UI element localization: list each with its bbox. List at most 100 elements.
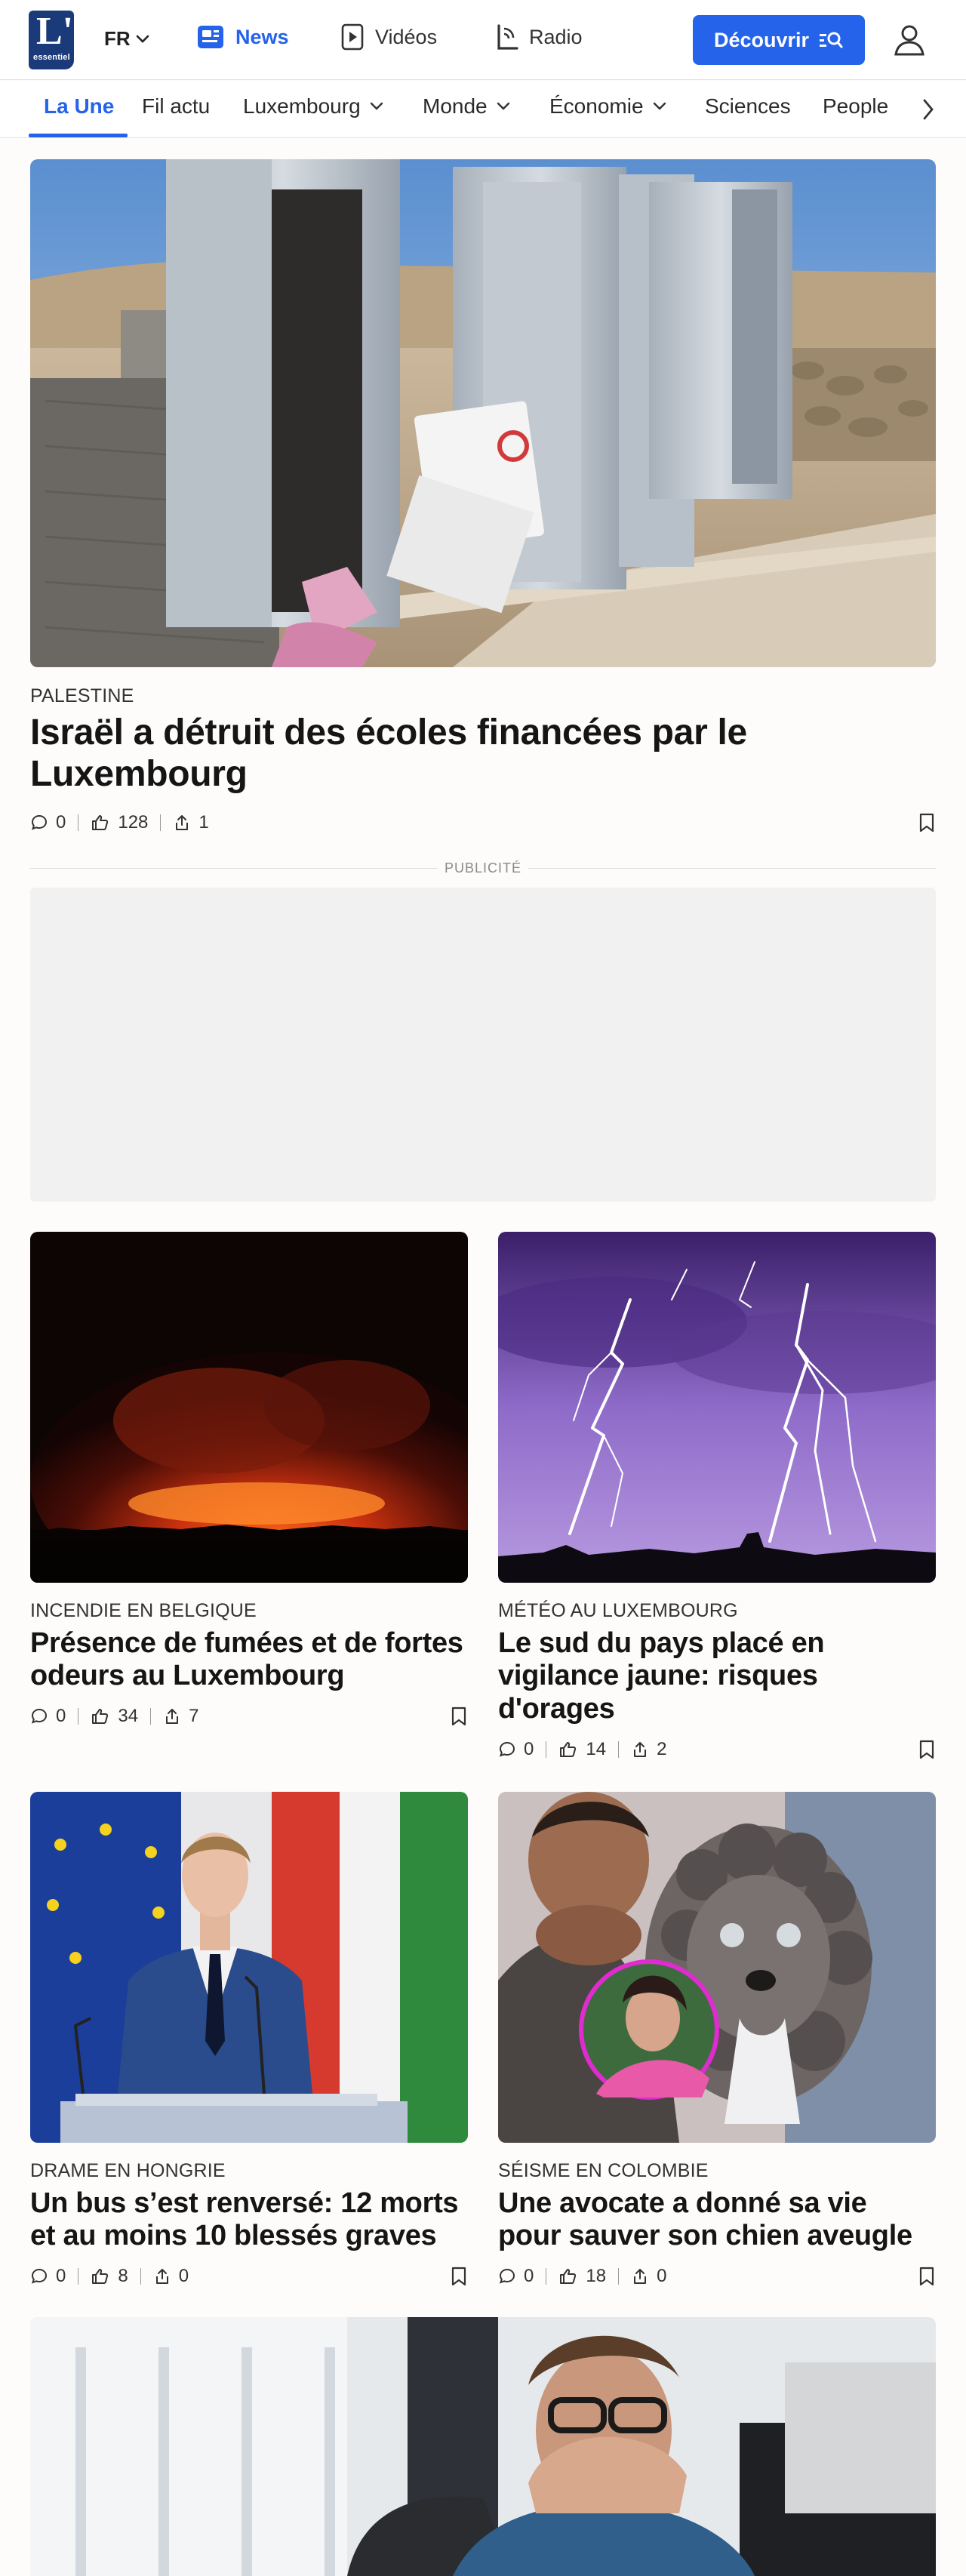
tab-monde-label: Monde xyxy=(423,94,488,118)
tab-sciences[interactable]: Sciences xyxy=(705,94,791,118)
tab-luxembourg[interactable]: Luxembourg xyxy=(243,94,385,118)
bookmark-icon xyxy=(451,2267,466,2286)
article-image-office-worker[interactable] xyxy=(30,2317,936,2576)
bookmark-icon xyxy=(919,813,934,833)
shares-count[interactable]: 2 xyxy=(631,1739,666,1760)
tab-fil-actu-label: Fil actu xyxy=(142,94,211,118)
tab-economie-label: Économie xyxy=(549,94,644,118)
shares-value: 0 xyxy=(178,2266,189,2286)
likes-count[interactable]: 18 xyxy=(558,2266,606,2287)
article-meta: 0 34 7 xyxy=(30,1706,198,1727)
advertisement-slot[interactable] xyxy=(30,888,936,1202)
comments-count[interactable]: 0 xyxy=(498,1739,534,1760)
likes-count[interactable]: 8 xyxy=(91,2266,128,2287)
discover-label: Découvrir xyxy=(713,28,810,51)
nav-news-label: News xyxy=(235,25,289,48)
section-nav: La Une Fil actu Luxembourg Monde Économi… xyxy=(0,81,966,138)
chevron-down-icon xyxy=(370,102,383,110)
wildfire-photo xyxy=(30,1232,468,1583)
thumbs-up-icon xyxy=(560,1742,577,1757)
comments-count[interactable]: 0 xyxy=(30,1706,66,1727)
bookmark-button[interactable] xyxy=(450,1706,468,1727)
likes-count[interactable]: 34 xyxy=(91,1706,138,1727)
meta-divider xyxy=(160,814,162,831)
article-headline[interactable]: Le sud du pays placé en vigilance jaune:… xyxy=(498,1627,921,1725)
chevron-right-icon xyxy=(923,99,934,120)
portable-toilets-photo xyxy=(30,159,936,667)
stressed-office-worker-photo xyxy=(30,2317,936,2576)
thumbs-up-icon xyxy=(92,2269,109,2284)
nav-news[interactable]: News xyxy=(196,23,289,51)
tab-monde[interactable]: Monde xyxy=(423,94,512,118)
hero-article-image[interactable] xyxy=(30,159,936,667)
logo-wordmark: essentiel xyxy=(33,53,70,62)
article-image-dog[interactable] xyxy=(498,1792,936,2143)
tab-economie[interactable]: Économie xyxy=(549,94,668,118)
article-headline[interactable]: Présence de fumées et de fortes odeurs a… xyxy=(30,1627,468,1693)
article-headline[interactable]: Une avocate a donné sa vie pour sauver s… xyxy=(498,2187,936,2253)
bookmark-button[interactable] xyxy=(918,812,936,833)
chevron-down-icon xyxy=(136,35,149,43)
bookmark-button[interactable] xyxy=(918,2266,936,2287)
subnav-scroll-right-button[interactable] xyxy=(906,88,951,131)
advertisement-label-row: PUBLICITÉ xyxy=(30,860,936,876)
ad-label: PUBLICITÉ xyxy=(444,860,522,876)
article-meta: 0 18 0 xyxy=(498,2266,666,2287)
bookmark-icon xyxy=(451,1707,466,1726)
bookmark-icon xyxy=(919,2267,934,2286)
nav-videos[interactable]: Vidéos xyxy=(340,23,437,51)
bookmark-button[interactable] xyxy=(918,1739,936,1760)
comments-count[interactable]: 0 xyxy=(498,2266,534,2287)
article-headline[interactable]: Un bus s’est renversé: 12 morts et au mo… xyxy=(30,2187,468,2253)
likes-value: 8 xyxy=(118,2266,128,2286)
tab-fil-actu[interactable]: Fil actu xyxy=(142,94,210,118)
lightning-storm-photo xyxy=(498,1232,936,1583)
language-selector[interactable]: FR xyxy=(104,27,150,51)
comment-icon xyxy=(31,2268,48,2284)
language-label: FR xyxy=(104,27,131,50)
article-image-fire[interactable] xyxy=(30,1232,468,1583)
meta-divider xyxy=(618,1741,620,1758)
comments-count[interactable]: 0 xyxy=(30,812,66,833)
discover-button[interactable]: Découvrir xyxy=(693,15,865,65)
nav-videos-label: Vidéos xyxy=(375,25,438,48)
share-icon xyxy=(176,815,189,830)
likes-count[interactable]: 128 xyxy=(91,812,148,833)
tab-people[interactable]: People xyxy=(823,94,888,118)
meta-divider xyxy=(618,2268,620,2285)
account-button[interactable] xyxy=(892,23,927,57)
nav-radio-label: Radio xyxy=(529,25,583,48)
tab-la-une-label: La Une xyxy=(44,94,115,118)
article-kicker: SÉISME EN COLOMBIE xyxy=(498,2160,709,2181)
chevron-down-icon xyxy=(653,102,666,110)
article-kicker: INCENDIE EN BELGIQUE xyxy=(30,1600,257,1621)
lessentiel-logo[interactable]: L' essentiel xyxy=(29,11,74,69)
bookmark-button[interactable] xyxy=(450,2266,468,2287)
tab-la-une[interactable]: La Une xyxy=(44,94,114,118)
shares-value: 7 xyxy=(189,1706,199,1726)
comment-icon xyxy=(499,1741,515,1757)
hero-headline[interactable]: Israël a détruit des écoles financées pa… xyxy=(30,712,830,795)
comments-count[interactable]: 0 xyxy=(30,2266,66,2287)
bookmark-icon xyxy=(919,1740,934,1759)
top-header: L' essentiel FR News Vidéos Radio Découv… xyxy=(0,0,966,80)
shares-count[interactable]: 0 xyxy=(631,2266,666,2287)
comments-value: 0 xyxy=(56,2266,66,2286)
article-meta: 0 8 0 xyxy=(30,2266,189,2287)
chevron-down-icon xyxy=(497,102,509,110)
shares-count[interactable]: 0 xyxy=(153,2266,189,2287)
comment-icon xyxy=(31,1708,48,1724)
tab-luxembourg-label: Luxembourg xyxy=(243,94,361,118)
nav-radio[interactable]: Radio xyxy=(494,23,583,51)
article-image-politician[interactable] xyxy=(30,1792,468,2143)
thumbs-up-icon xyxy=(92,1709,109,1724)
shares-count[interactable]: 7 xyxy=(163,1706,198,1727)
likes-count[interactable]: 14 xyxy=(558,1739,606,1760)
active-tab-indicator xyxy=(29,134,128,137)
share-icon xyxy=(155,2269,168,2284)
shares-count[interactable]: 1 xyxy=(173,812,209,833)
meta-divider xyxy=(150,1708,152,1725)
tab-people-label: People xyxy=(823,94,889,118)
thumbs-up-icon xyxy=(560,2269,577,2284)
article-image-storm[interactable] xyxy=(498,1232,936,1583)
